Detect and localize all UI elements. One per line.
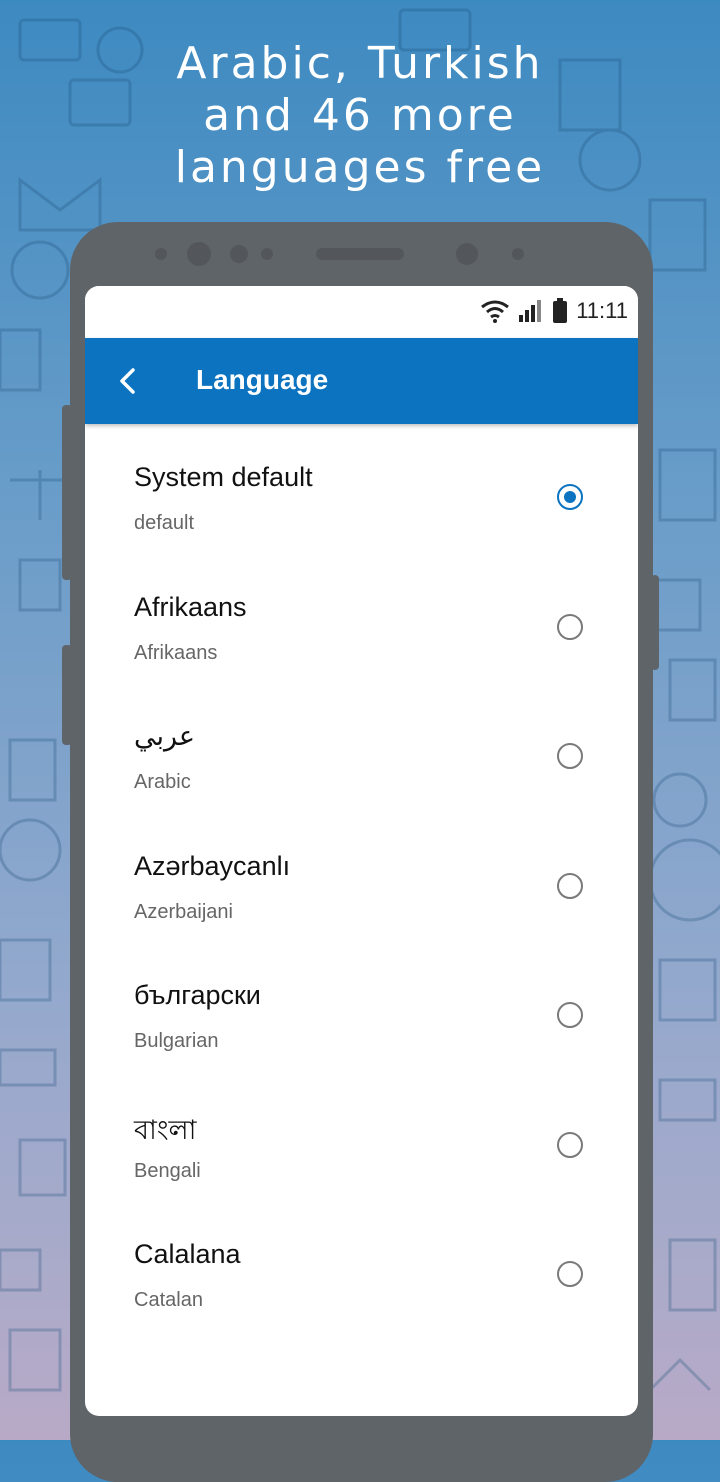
status-time: 11:11 <box>576 298 628 323</box>
signal-icon <box>519 300 542 322</box>
language-item-system-default[interactable]: System default default <box>85 424 638 554</box>
battery-icon <box>553 298 568 323</box>
language-item-bengali[interactable]: বাংলা Bengali <box>85 1072 638 1202</box>
language-item-afrikaans[interactable]: Afrikaans Afrikaans <box>85 554 638 684</box>
radio-button[interactable] <box>557 873 583 899</box>
phone-sensor-dot <box>155 248 167 260</box>
language-name: Afrikaans <box>134 592 247 622</box>
language-name: বাংলা <box>134 1115 197 1145</box>
language-name: عربي <box>134 721 196 751</box>
page-title: Language <box>196 364 329 395</box>
language-subtitle: Bengali <box>134 1160 201 1182</box>
language-item-arabic[interactable]: عربي Arabic <box>85 683 638 813</box>
language-subtitle: Arabic <box>134 771 191 793</box>
phone-sensor-dot <box>261 248 273 260</box>
back-chevron-icon[interactable] <box>113 364 143 398</box>
radio-button[interactable] <box>557 1261 583 1287</box>
language-name: System default <box>134 462 313 492</box>
promo-headline-line-2: and 46 more <box>203 90 517 141</box>
radio-button[interactable] <box>557 1132 583 1158</box>
language-subtitle: Azerbaijani <box>134 901 233 923</box>
radio-button[interactable] <box>557 1002 583 1028</box>
promo-headline-line-3: languages free <box>174 142 546 193</box>
language-subtitle: default <box>134 512 195 534</box>
phone-speaker <box>316 248 404 260</box>
language-name: Calalana <box>134 1239 241 1269</box>
promo-headline: Arabic, Turkish and 46 more languages fr… <box>0 38 720 194</box>
phone-sensor-dot <box>456 243 478 265</box>
wifi-icon <box>481 300 510 323</box>
language-item-azerbaijani[interactable]: Azərbaycanlı Azerbaijani <box>85 813 638 943</box>
language-item-catalan[interactable]: Calalana Catalan <box>85 1201 638 1331</box>
language-name: български <box>134 980 261 1010</box>
radio-button[interactable] <box>557 614 583 640</box>
status-bar: 11:11 <box>85 286 638 338</box>
phone-top-bezel <box>70 222 653 286</box>
language-subtitle: Catalan <box>134 1289 203 1311</box>
radio-button[interactable] <box>557 743 583 769</box>
phone-sensor-dot <box>512 248 524 260</box>
phone-front-camera <box>187 242 211 266</box>
language-subtitle: Afrikaans <box>134 642 218 664</box>
promo-headline-line-1: Arabic, Turkish <box>176 38 544 89</box>
language-name: Azərbaycanlı <box>134 851 291 881</box>
phone-sensor-dot <box>230 245 248 263</box>
app-bar: Language <box>85 338 638 424</box>
language-item-bulgarian[interactable]: български Bulgarian <box>85 942 638 1072</box>
radio-button-selected[interactable] <box>557 484 583 510</box>
language-subtitle: Bulgarian <box>134 1030 219 1052</box>
phone-screen: 11:11 Language System default default Af… <box>85 286 638 1416</box>
